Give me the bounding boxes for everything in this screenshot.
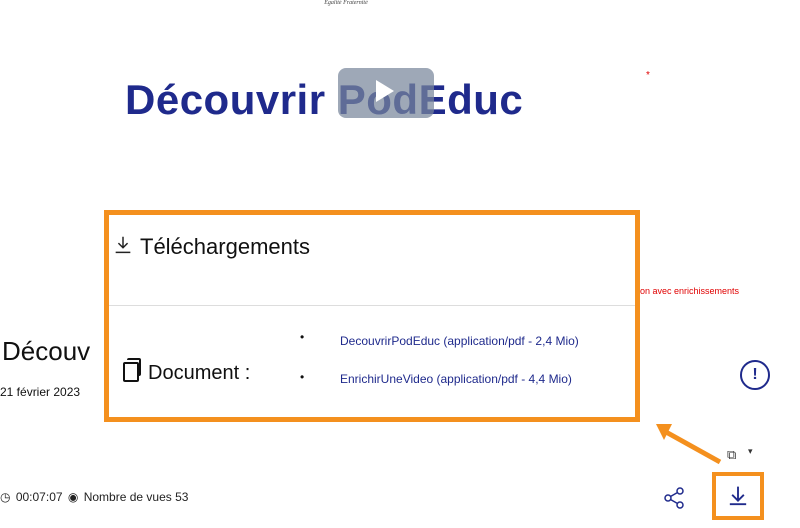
file-link-enrichirunevideo[interactable]: EnrichirUneVideo (application/pdf - 4,4 …	[340, 372, 572, 386]
publish-date: 21 février 2023	[0, 385, 81, 399]
downloads-title: Téléchargements	[140, 234, 310, 259]
pointer-arrow	[656, 424, 722, 465]
list-bullet: •	[300, 330, 305, 344]
views-text: Nombre de vues 53	[83, 490, 189, 504]
document-label: Document :	[148, 362, 251, 384]
share-icon[interactable]	[662, 486, 686, 510]
report-icon[interactable]: !	[740, 360, 770, 390]
video-stats: ◷ 00:07:07 ◉ Nombre de vues 53	[0, 490, 190, 504]
eye-icon: ◉	[67, 490, 79, 504]
panel-divider	[109, 305, 635, 306]
clock-icon: ◷	[0, 490, 11, 504]
video-banner-title: Découvrir PodEduc	[125, 76, 524, 123]
chevron-down-icon[interactable]: ▾	[748, 446, 753, 457]
page-title: Découv	[2, 336, 91, 366]
file-link-decouvrirpodeduc[interactable]: DecouvrirPodEduc (application/pdf - 2,4 …	[340, 334, 579, 348]
enrich-version-link[interactable]: on avec enrichissements	[640, 286, 739, 296]
header-motto: Égalité Fraternité	[324, 0, 368, 6]
download-icon	[115, 236, 131, 254]
list-bullet: •	[300, 370, 305, 384]
play-icon[interactable]	[376, 80, 394, 102]
document-icon	[123, 362, 139, 382]
required-star: *	[646, 70, 650, 81]
download-icon[interactable]	[724, 482, 752, 510]
duration-text: 00:07:07	[15, 490, 63, 504]
